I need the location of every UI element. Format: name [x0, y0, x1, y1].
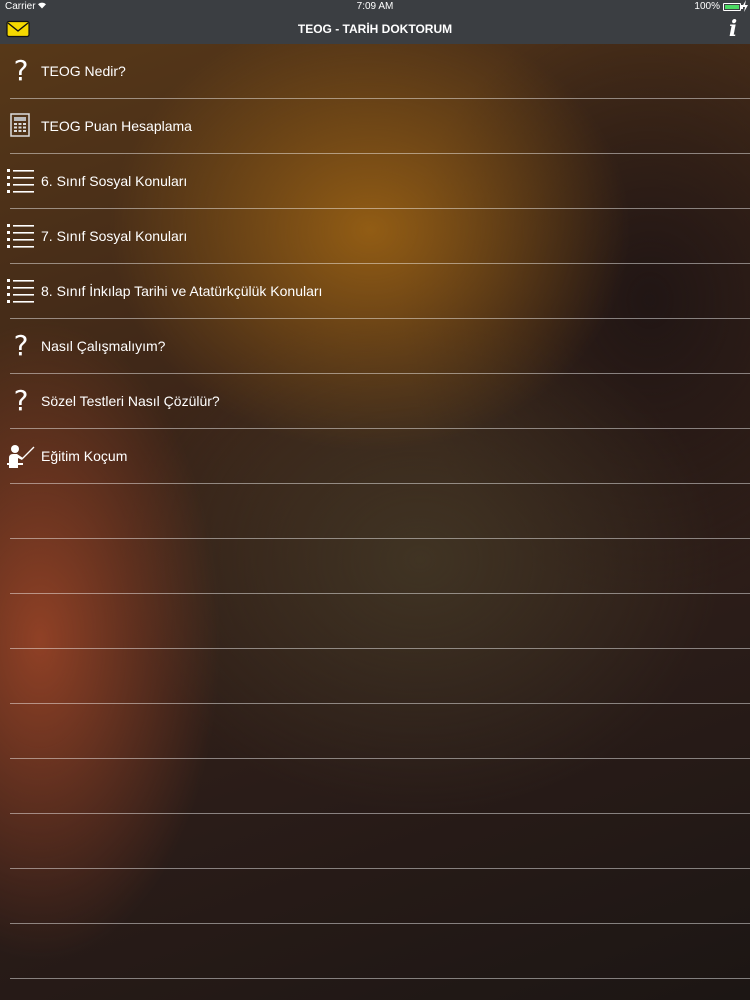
battery-icon [723, 3, 743, 11]
teacher-icon [6, 441, 36, 471]
battery-percentage: 100% [694, 1, 720, 12]
status-time: 7:09 AM [356, 1, 394, 12]
menu-item-label: 8. Sınıf İnkılap Tarihi ve Atatürkçülük … [41, 283, 323, 299]
page-title: TEOG - TARİH DOKTORUM [297, 22, 453, 36]
empty-row [0, 484, 750, 539]
empty-row [0, 704, 750, 759]
empty-row [0, 924, 750, 979]
menu-list: ? TEOG Nedir? TEOG Puan Hesaplama 6. Sın… [0, 44, 750, 1000]
menu-item-teog-nedir[interactable]: ? TEOG Nedir? [0, 44, 750, 99]
menu-item-label: Eğitim Koçum [41, 448, 128, 464]
empty-row [0, 869, 750, 924]
menu-item-label: TEOG Puan Hesaplama [41, 118, 192, 134]
menu-item-6-sinif[interactable]: 6. Sınıf Sosyal Konuları [0, 154, 750, 209]
info-button[interactable]: i [726, 16, 740, 42]
empty-row [0, 759, 750, 814]
navigation-bar: TEOG - TARİH DOKTORUM i [0, 14, 750, 44]
empty-row [0, 649, 750, 704]
menu-item-8-sinif[interactable]: 8. Sınıf İnkılap Tarihi ve Atatürkçülük … [0, 264, 750, 319]
info-icon: i [728, 16, 738, 42]
empty-row [0, 594, 750, 649]
menu-item-sozel-testler[interactable]: ? Sözel Testleri Nasıl Çözülür? [0, 374, 750, 429]
menu-item-puan-hesaplama[interactable]: TEOG Puan Hesaplama [0, 99, 750, 154]
menu-item-egitim-kocum[interactable]: Eğitim Koçum [0, 429, 750, 484]
list-icon [6, 221, 36, 251]
question-icon: ? [13, 384, 29, 417]
menu-item-nasil-calismaliyim[interactable]: ? Nasıl Çalışmalıyım? [0, 319, 750, 374]
charging-icon [742, 0, 748, 14]
menu-item-label: Sözel Testleri Nasıl Çözülür? [41, 393, 220, 409]
list-icon [6, 276, 36, 306]
menu-item-label: Nasıl Çalışmalıyım? [41, 338, 166, 354]
menu-item-label: TEOG Nedir? [41, 63, 126, 79]
menu-item-label: 6. Sınıf Sosyal Konuları [41, 173, 188, 189]
question-icon: ? [13, 54, 29, 87]
empty-row [0, 539, 750, 594]
list-icon [6, 166, 36, 196]
calculator-icon [6, 111, 36, 141]
empty-row [0, 979, 750, 1000]
question-icon: ? [13, 329, 29, 362]
menu-item-label: 7. Sınıf Sosyal Konuları [41, 228, 188, 244]
status-bar: Carrier 7:09 AM 100% [0, 0, 750, 14]
menu-item-7-sinif[interactable]: 7. Sınıf Sosyal Konuları [0, 209, 750, 264]
empty-row [0, 814, 750, 869]
